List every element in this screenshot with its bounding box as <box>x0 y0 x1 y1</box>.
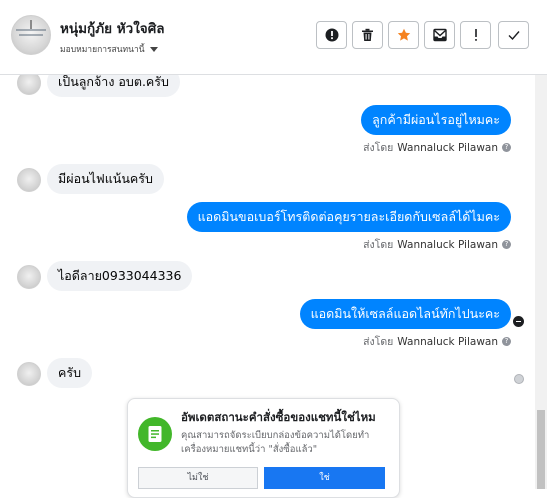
trash-icon <box>362 28 373 41</box>
sent-by-label: ส่งโดย <box>363 142 394 154</box>
incoming-message: ครับ <box>47 358 93 388</box>
contact-name[interactable]: หนุ่มกู้ภัย หัวใจศิล <box>60 17 165 39</box>
outgoing-message: ลูกค้ามีผ่อนไรอยู่ไหมคะ <box>361 105 511 135</box>
contact-avatar-small <box>17 265 41 289</box>
read-receipt-avatar-icon <box>514 374 524 384</box>
caret-down-icon <box>149 46 158 52</box>
contact-avatar[interactable] <box>11 15 51 55</box>
move-to-done-button[interactable] <box>424 21 455 49</box>
mark-important-button[interactable] <box>460 21 491 49</box>
sent-by-label: ส่งโดย <box>363 239 394 251</box>
assign-conversation-dropdown[interactable]: มอบหมายการสนทนานี้ <box>60 42 158 56</box>
receipt-icon <box>138 417 172 451</box>
sent-by-label: ส่งโดย <box>363 336 394 348</box>
sender-name[interactable]: Wannaluck Pilawan <box>397 142 498 154</box>
mark-spam-button[interactable] <box>316 21 347 49</box>
conversation-toolbar <box>316 21 529 49</box>
thread-scrollbar[interactable] <box>535 75 547 489</box>
incoming-message: เป็นลูกจ้าง อบต.ครับ <box>47 75 180 97</box>
no-button[interactable]: ไม่ใช่ <box>138 467 258 489</box>
sent-by-line: ส่งโดย Wannaluck Pilawan ? <box>363 333 511 350</box>
star-button[interactable] <box>388 21 419 49</box>
contact-avatar-small <box>17 75 41 95</box>
mark-done-button[interactable] <box>498 21 529 49</box>
seen-indicator-icon <box>513 316 524 327</box>
sent-by-line: ส่งโดย Wannaluck Pilawan ? <box>363 236 511 253</box>
outgoing-message: แอดมินให้เซลล์แอดไลน์ทักไปนะคะ <box>299 299 511 329</box>
help-icon[interactable]: ? <box>502 240 511 249</box>
order-status-prompt: อัพเดตสถานะคำสั่งซื้อของแชทนี้ใช่ไหม คุณ… <box>127 398 400 498</box>
help-icon[interactable]: ? <box>502 143 511 152</box>
prompt-title: อัพเดตสถานะคำสั่งซื้อของแชทนี้ใช่ไหม <box>181 410 376 424</box>
help-icon[interactable]: ? <box>502 337 511 346</box>
star-icon <box>397 28 410 41</box>
scrollbar-thumb[interactable] <box>537 410 545 489</box>
alert-circle-icon <box>325 28 338 42</box>
assign-conversation-label: มอบหมายการสนทนานี้ <box>60 45 145 55</box>
contact-avatar-small <box>17 168 41 192</box>
conversation-header: หนุ่มกู้ภัย หัวใจศิล มอบหมายการสนทนานี้ <box>0 0 547 75</box>
yes-button[interactable]: ใช่ <box>264 467 385 489</box>
delete-button[interactable] <box>352 21 383 49</box>
contact-avatar-small <box>17 362 41 386</box>
outgoing-message: แอดมินขอเบอร์โทรติดต่อคุยรายละเอียดกับเซ… <box>186 202 511 232</box>
incoming-message: มีผ่อนไฟแน้นครับ <box>47 164 164 194</box>
exclamation-icon <box>474 29 477 41</box>
sender-name[interactable]: Wannaluck Pilawan <box>397 239 498 251</box>
sent-by-line: ส่งโดย Wannaluck Pilawan ? <box>363 139 511 156</box>
prompt-description: คุณสามารถจัดระเบียบกล่องข้อความได้โดยทำเ… <box>181 430 370 455</box>
sender-name[interactable]: Wannaluck Pilawan <box>397 336 498 348</box>
incoming-message: ไอดีลาย0933044336 <box>47 261 193 291</box>
checkmark-icon <box>508 31 520 41</box>
archive-envelope-icon <box>432 28 447 42</box>
